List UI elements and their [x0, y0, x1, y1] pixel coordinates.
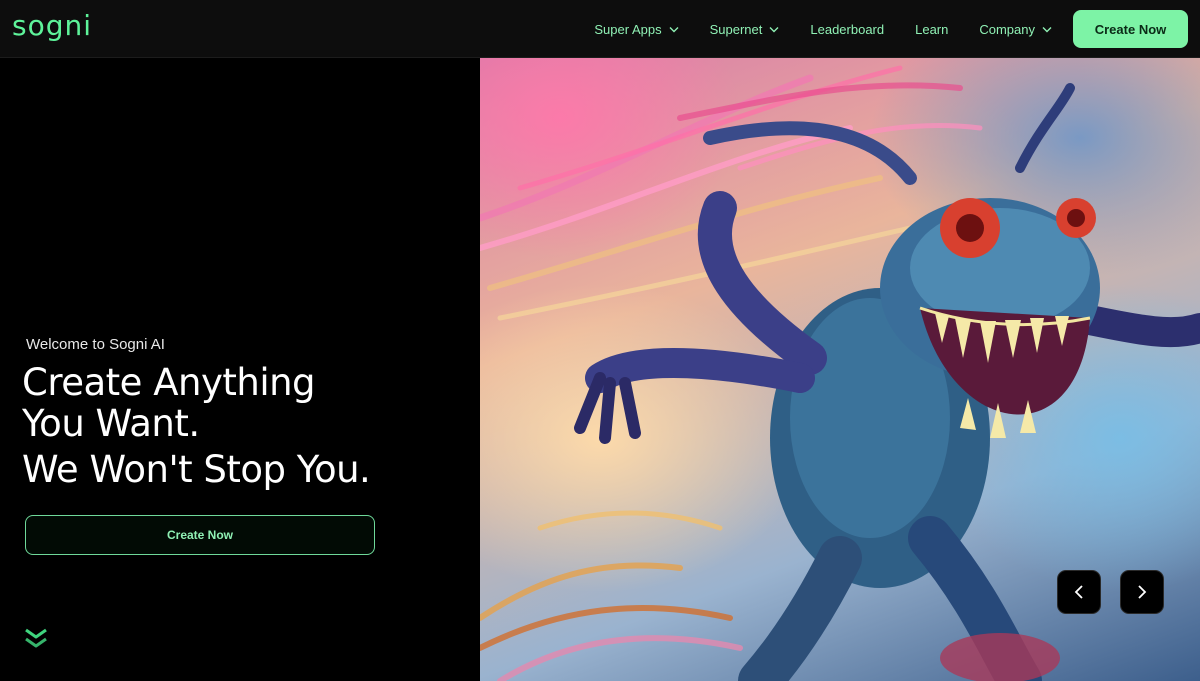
hero-headline: Create Anything You Want. We Won't Stop … [22, 361, 371, 491]
nav-item-label: Leaderboard [810, 21, 885, 37]
chevron-down-icon [669, 26, 679, 32]
nav-item-label: Super Apps [594, 21, 662, 37]
chevron-right-icon [1138, 585, 1147, 599]
create-now-nav-button[interactable]: Create Now [1073, 10, 1188, 48]
nav-item-learn[interactable]: Learn [915, 0, 948, 58]
nav-item-company[interactable]: Company [979, 0, 1052, 58]
nav-item-leaderboard[interactable]: Leaderboard [810, 0, 884, 58]
nav-item-label: Company [979, 21, 1035, 37]
hero-welcome-text: Welcome to Sogni AI [26, 336, 165, 353]
double-chevron-down-icon[interactable] [24, 628, 48, 650]
carousel-prev-button[interactable] [1057, 570, 1101, 614]
top-navbar: sogni Super Apps Supernet Leaderboard Le… [0, 0, 1200, 58]
headline-line-1: Create Anything [22, 361, 316, 404]
carousel-next-button[interactable] [1120, 570, 1164, 614]
chevron-down-icon [769, 26, 779, 32]
nav-item-label: Supernet [709, 21, 763, 37]
create-now-hero-button[interactable]: Create Now [25, 515, 375, 555]
nav-item-supernet[interactable]: Supernet [710, 0, 780, 58]
headline-line-3: We Won't Stop You. [22, 448, 371, 491]
chevron-left-icon [1074, 585, 1083, 599]
chevron-down-icon [1042, 26, 1052, 32]
nav-links: Super Apps Supernet Leaderboard Learn Co… [594, 0, 1052, 58]
headline-line-2: You Want. [22, 402, 200, 445]
hero-image-panel [480, 58, 1200, 681]
nav-item-label: Learn [915, 21, 949, 37]
nav-item-super-apps[interactable]: Super Apps [594, 0, 679, 58]
hero-text-panel: Welcome to Sogni AI Create Anything You … [0, 58, 480, 681]
sogni-logo[interactable]: sogni [12, 9, 92, 42]
